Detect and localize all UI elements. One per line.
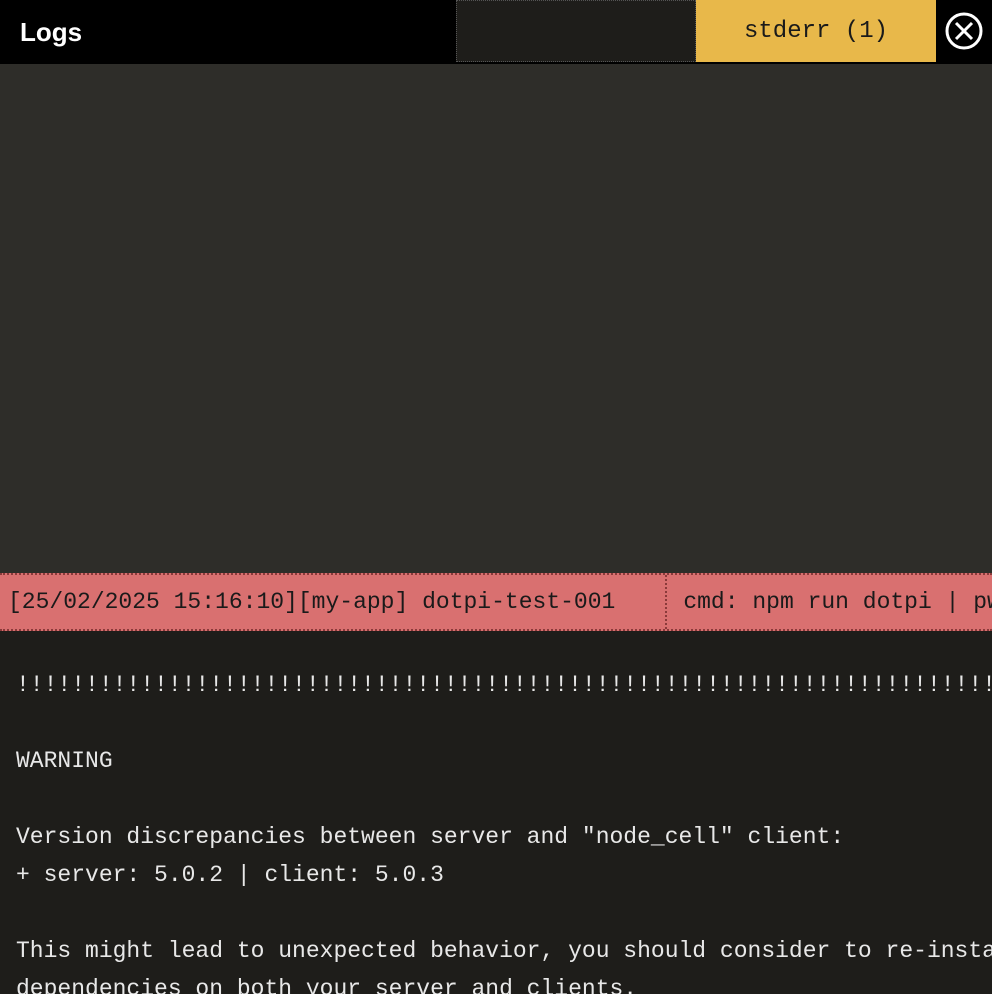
log-line: + server: 5.0.2 | client: 5.0.3 — [16, 862, 444, 888]
status-app: [my-app] — [298, 589, 408, 615]
tab-stdout[interactable] — [456, 0, 696, 62]
status-timestamp: [25/02/2025 15:16:10] — [8, 589, 298, 615]
log-line: Version discrepancies between server and… — [16, 824, 844, 850]
upper-log-pane — [0, 64, 992, 573]
page-title: Logs — [0, 0, 82, 64]
status-cmd-label: cmd: — [683, 589, 738, 615]
status-left: [25/02/2025 15:16:10][my-app] dotpi-test… — [0, 589, 615, 615]
status-divider — [665, 575, 667, 629]
status-bar: [25/02/2025 15:16:10][my-app] dotpi-test… — [0, 573, 992, 631]
header-bar: Logs stderr (1) — [0, 0, 992, 64]
log-line: !!!!!!!!!!!!!!!!!!!!!!!!!!!!!!!!!!!!!!!!… — [16, 672, 992, 698]
status-right: cmd: npm run dotpi | pwd: /home/ — [677, 589, 992, 615]
log-line: This might lead to unexpected behavior, … — [16, 938, 992, 964]
tab-group: stderr (1) — [456, 0, 992, 62]
status-sep: | — [946, 589, 960, 615]
close-button[interactable] — [936, 0, 992, 62]
close-icon — [944, 11, 984, 51]
log-line: WARNING — [16, 748, 113, 774]
status-host: dotpi-test-001 — [422, 589, 615, 615]
tab-stderr[interactable]: stderr (1) — [696, 0, 936, 62]
status-cmd: npm run dotpi — [752, 589, 931, 615]
status-pwd-label: pwd: — [973, 589, 992, 615]
log-output[interactable]: !!!!!!!!!!!!!!!!!!!!!!!!!!!!!!!!!!!!!!!!… — [0, 631, 992, 994]
log-line: dependencies on both your server and cli… — [16, 976, 637, 994]
